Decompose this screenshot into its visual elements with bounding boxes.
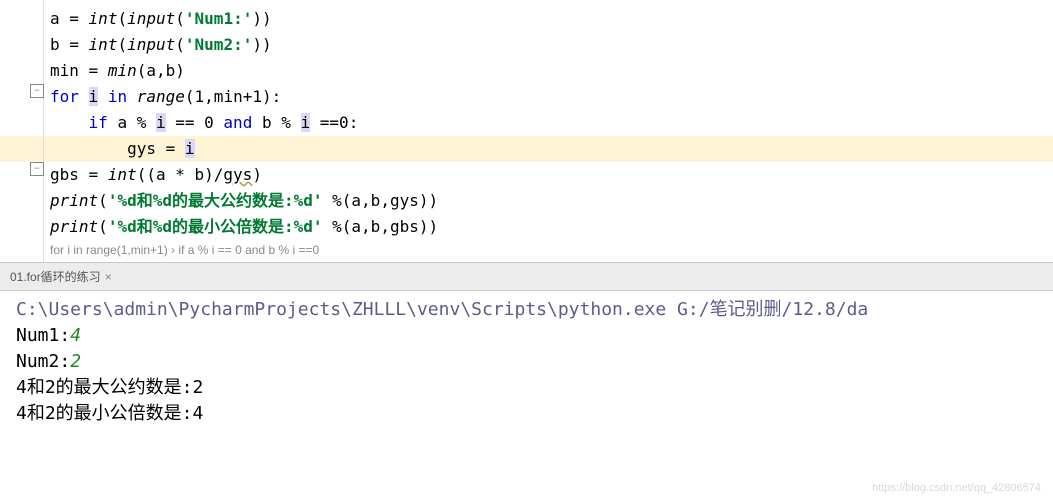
run-tab-bar: 01.for循环的练习 × [0, 262, 1053, 291]
code-line[interactable]: for i in range(1,min+1): [0, 84, 1053, 110]
close-icon[interactable]: × [105, 270, 112, 284]
breadcrumb[interactable]: for i in range(1,min+1) › if a % i == 0 … [0, 240, 1053, 260]
fold-icon[interactable]: − [30, 162, 44, 176]
tab-label: 01.for循环的练习 [10, 270, 101, 284]
console-line: 4和2的最小公倍数是:4 [16, 401, 1037, 427]
console-line: Num1:4 [16, 323, 1037, 349]
code-line[interactable]: a = int(input('Num1:')) [0, 6, 1053, 32]
console-command: C:\Users\admin\PycharmProjects\ZHLLL\ven… [16, 297, 1037, 323]
fold-icon[interactable]: − [30, 84, 44, 98]
watermark: https://blog.csdn.net/qq_42806574 [872, 482, 1041, 494]
code-line[interactable]: b = int(input('Num2:')) [0, 32, 1053, 58]
code-line[interactable]: print('%d和%d的最小公倍数是:%d' %(a,b,gbs)) [0, 214, 1053, 240]
gutter: − − [0, 0, 44, 262]
console-output[interactable]: C:\Users\admin\PycharmProjects\ZHLLL\ven… [0, 291, 1053, 433]
code-line[interactable]: min = min(a,b) [0, 58, 1053, 84]
code-line[interactable]: gbs = int((a * b)/gys) [0, 162, 1053, 188]
console-line: Num2:2 [16, 349, 1037, 375]
code-line[interactable]: print('%d和%d的最大公约数是:%d' %(a,b,gys)) [0, 188, 1053, 214]
code-editor[interactable]: − − a = int(input('Num1:')) b = int(inpu… [0, 0, 1053, 262]
console-line: 4和2的最大公约数是:2 [16, 375, 1037, 401]
tab-run[interactable]: 01.for循环的练习 × [6, 265, 116, 288]
code-line-active[interactable]: gys = i [0, 136, 1053, 162]
code-line[interactable]: if a % i == 0 and b % i ==0: [0, 110, 1053, 136]
